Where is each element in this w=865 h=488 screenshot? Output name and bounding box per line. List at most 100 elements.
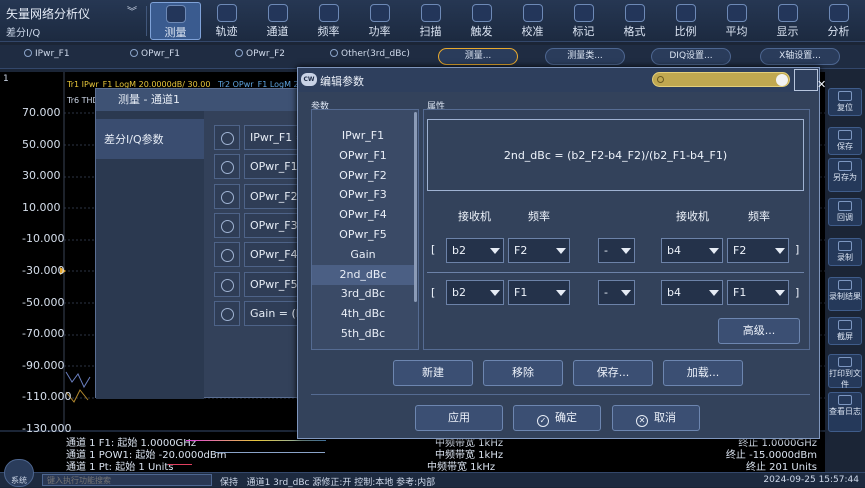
formula-display: 2nd_dBc = (b2_F2-b4_F2)/(b2_F1-b4_F1): [427, 119, 804, 191]
parameter-list-item[interactable]: IPwr_F1: [312, 126, 414, 146]
menu-format-button[interactable]: 格式: [609, 2, 660, 40]
trace-icon: [216, 4, 237, 22]
sidebar-button-5[interactable]: 录制结果: [828, 277, 862, 311]
sidebar-button-4[interactable]: 录制: [828, 238, 862, 266]
menu-calibrate-button[interactable]: 校准: [507, 2, 558, 40]
frequency-select[interactable]: F1: [727, 280, 789, 305]
marker-icon: [573, 4, 594, 22]
sidebar-action-icon: [838, 201, 852, 211]
scale-icon: [675, 4, 696, 22]
measure-button[interactable]: 测量...: [438, 48, 518, 65]
softkey-other[interactable]: Other(3rd_dBc): [330, 49, 410, 59]
softkey-row: IPwr_F1 OPwr_F1 OPwr_F2 Other(3rd_dBc) 测…: [0, 45, 865, 69]
parameter-list-item[interactable]: OPwr_F1: [312, 146, 414, 166]
menu-trace-button[interactable]: 轨迹: [201, 2, 252, 40]
parameter-list-item[interactable]: 3rd_dBc: [312, 284, 414, 304]
sidebar-button-0[interactable]: 复位: [828, 88, 862, 116]
menu-power-button[interactable]: 功率: [354, 2, 405, 40]
load-button[interactable]: 加载...: [663, 360, 743, 386]
channel-number: 1: [3, 74, 9, 84]
cancel-button[interactable]: ✕ 取消: [612, 405, 700, 431]
menu-scale-button[interactable]: 比例: [660, 2, 711, 40]
radio-button[interactable]: [214, 300, 240, 326]
toggle-knob[interactable]: [776, 74, 788, 86]
edit-parameters-dialog: CW 编辑参数 ✕ 参数 属性 IPwr_F1 OPwr_F1 OPwr_F2 OPw…: [297, 67, 826, 439]
frequency-select[interactable]: F2: [508, 238, 570, 263]
menu-average-button[interactable]: 平均: [711, 2, 762, 40]
parameter-list-item[interactable]: 5th_dBc: [312, 324, 414, 344]
parameter-list[interactable]: IPwr_F1 OPwr_F1 OPwr_F2 OPwr_F3 OPwr_F4 OPwr_…: [311, 109, 419, 350]
sidebar-button-8[interactable]: 查看日志: [828, 392, 862, 432]
receiver-select[interactable]: b2: [446, 238, 504, 263]
close-button[interactable]: ✕: [794, 69, 826, 91]
menu-sweep-button[interactable]: 扫描: [405, 2, 456, 40]
frequency-select[interactable]: F2: [727, 238, 789, 263]
parameter-list-item[interactable]: 2nd_dBc: [312, 264, 414, 285]
system-button[interactable]: 系统: [4, 459, 34, 487]
radio-button[interactable]: [214, 183, 240, 209]
radio-button[interactable]: [214, 242, 240, 268]
measure-class-button[interactable]: 测量类...: [545, 48, 625, 65]
menu-frequency-button[interactable]: 频率: [303, 2, 354, 40]
operator-select[interactable]: -: [598, 238, 635, 263]
sidebar-button-2[interactable]: 另存为: [828, 158, 862, 192]
frequency-select[interactable]: F1: [508, 280, 570, 305]
menu-channel-button[interactable]: 通道: [252, 2, 303, 40]
trace6-header[interactable]: Tr6 THD: [67, 96, 99, 105]
softkey-ipwr[interactable]: IPwr_F1: [24, 49, 70, 59]
menu-marker-button[interactable]: 标记: [558, 2, 609, 40]
average-icon: [726, 4, 747, 22]
radio-button[interactable]: [214, 125, 240, 150]
parameter-list-item[interactable]: 4th_dBc: [312, 304, 414, 324]
col-freq-2: 频率: [748, 210, 770, 223]
y-tick-label: -70.000: [22, 327, 65, 341]
function-search-input[interactable]: [42, 474, 212, 486]
save-button[interactable]: 保存...: [573, 360, 653, 386]
slider-toggle[interactable]: [652, 72, 790, 87]
measure-panel-section[interactable]: 差分I/Q参数: [96, 119, 204, 159]
trigger-icon: [471, 4, 492, 22]
remove-button[interactable]: 移除: [483, 360, 563, 386]
softkey-opwr-f1[interactable]: OPwr_F1: [130, 49, 180, 59]
radio-icon: [221, 190, 234, 204]
dropdown-arrow-icon: [621, 290, 631, 296]
softkey-opwr-f2[interactable]: OPwr_F2: [235, 49, 285, 59]
radio-icon: [221, 278, 234, 292]
advanced-button[interactable]: 高级...: [718, 318, 800, 344]
sidebar-button-1[interactable]: 保存: [828, 127, 862, 155]
sidebar-button-3[interactable]: 回调: [828, 198, 862, 226]
parameter-list-item[interactable]: OPwr_F4: [312, 205, 414, 225]
list-scrollbar[interactable]: [414, 112, 417, 302]
parameter-list-item[interactable]: Gain: [312, 245, 414, 265]
ok-button[interactable]: ✓ 确定: [513, 405, 601, 431]
receiver-select[interactable]: b2: [446, 280, 504, 305]
receiver-select[interactable]: b4: [661, 280, 723, 305]
parameter-list-item[interactable]: THD%: [312, 344, 414, 349]
apply-button[interactable]: 应用: [415, 405, 503, 431]
menu-measure-button[interactable]: 测量: [150, 2, 201, 40]
new-button[interactable]: 新建: [393, 360, 473, 386]
sidebar-button-6[interactable]: 截屏: [828, 317, 862, 345]
y-tick-label: 10.000: [22, 200, 61, 214]
radio-button[interactable]: [214, 212, 240, 238]
sidebar-button-7[interactable]: 打印到文件: [828, 354, 862, 389]
operator-select[interactable]: -: [598, 280, 635, 305]
parameter-list-item[interactable]: OPwr_F3: [312, 185, 414, 205]
receiver-select[interactable]: b4: [661, 238, 723, 263]
radio-button[interactable]: [214, 271, 240, 297]
dropdown-arrow-icon: [709, 290, 719, 296]
menu-analysis-button[interactable]: 分析: [813, 2, 864, 40]
parameter-list-item[interactable]: OPwr_F2: [312, 166, 414, 186]
menu-display-button[interactable]: 显示: [762, 2, 813, 40]
sidebar-action-icon: [838, 320, 852, 330]
menu-trigger-button[interactable]: 触发: [456, 2, 507, 40]
y-tick-label: -10.000: [22, 232, 65, 246]
format-icon: [624, 4, 645, 22]
y-tick-label: -50.000: [22, 295, 65, 309]
radio-button[interactable]: [214, 154, 240, 180]
right-sidebar: 复位保存另存为回调录制录制结果截屏打印到文件 查看日志: [825, 72, 865, 472]
parameter-list-item[interactable]: OPwr_F5: [312, 225, 414, 245]
x-axis-settings-button[interactable]: X轴设置...: [760, 48, 840, 65]
diq-settings-button[interactable]: DIQ设置...: [651, 48, 731, 65]
collapse-chevron-icon[interactable]: ︾: [127, 8, 137, 18]
